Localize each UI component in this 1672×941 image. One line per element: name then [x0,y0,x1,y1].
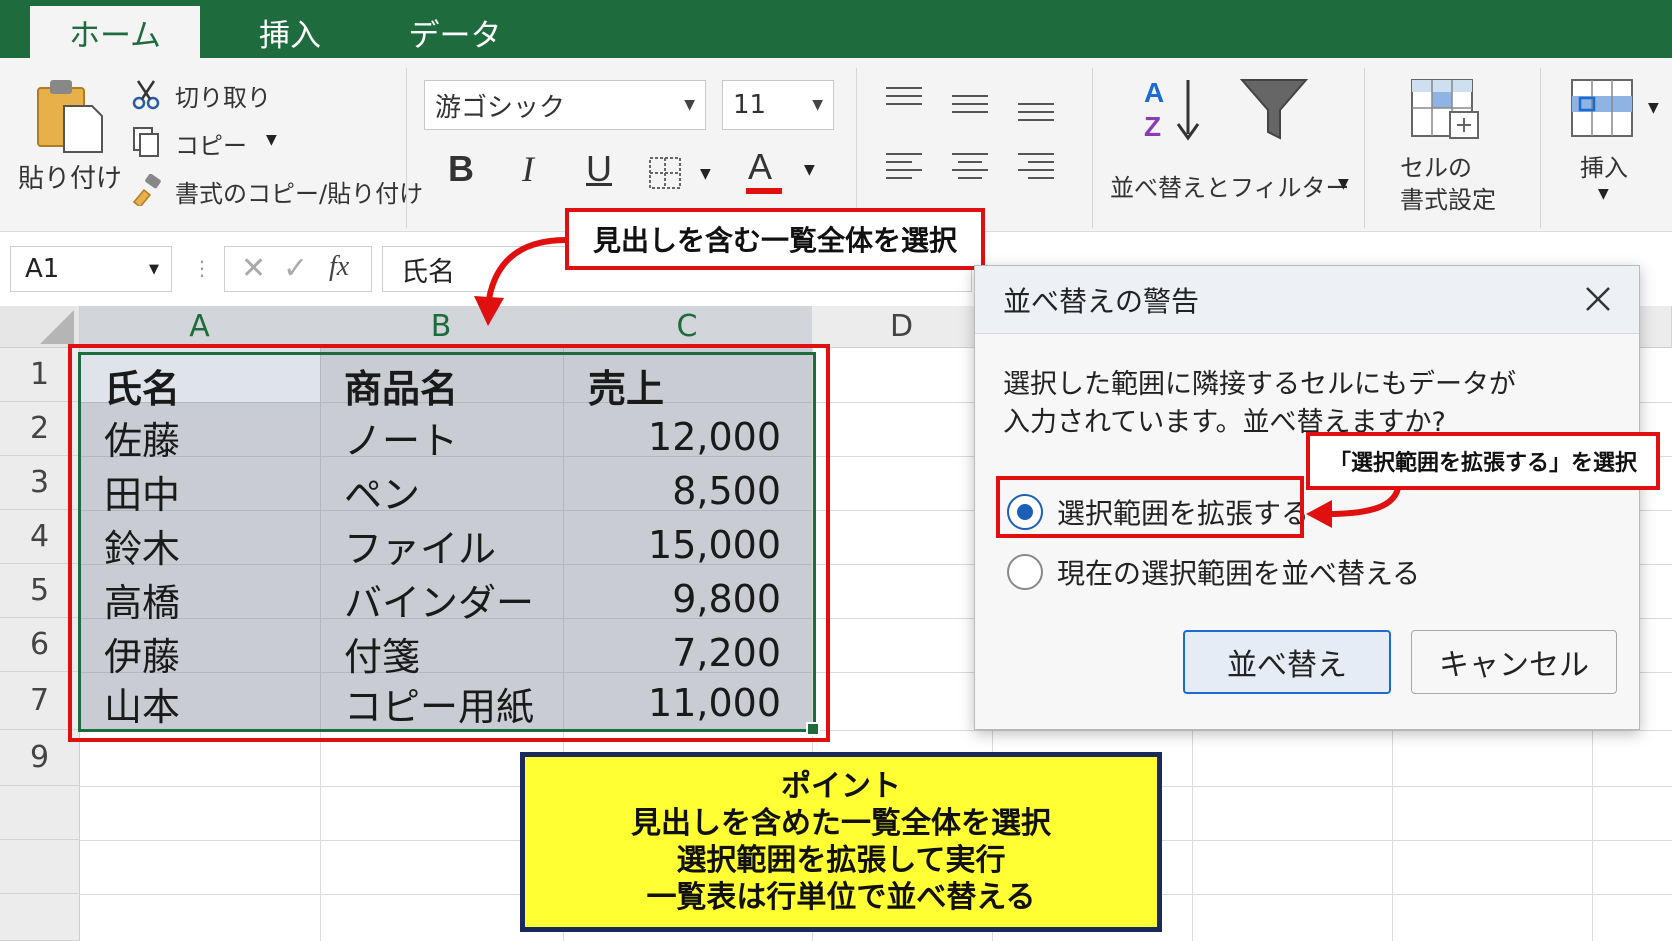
ribbon-separator [1540,68,1541,228]
column-header-a[interactable]: A [80,306,320,348]
insert-cells-button[interactable]: ▼ 挿入 ▼ [1560,78,1672,218]
tab-data[interactable]: データ [400,6,510,58]
cancel-entry-icon[interactable]: ✕ [241,251,266,286]
font-name-dropdown[interactable]: 游ゴシック ▼ [424,80,706,130]
cell-format-label-line1: セルの [1400,154,1472,182]
cell-format-label-line2: 書式設定 [1400,186,1496,214]
paste-label: 貼り付け [18,164,123,194]
insert-cells-icon [1571,79,1633,137]
ribbon-separator [856,68,857,228]
sort-filter-button[interactable]: A Z 並べ替えとフィルター ▼ [1108,72,1360,212]
name-box-value: A1 [25,254,60,284]
font-color-letter: A [748,146,773,187]
scissors-icon [132,80,160,110]
ribbon-separator [1092,68,1093,228]
option-current-label: 現在の選択範囲を並べ替える [1057,557,1421,590]
chevron-down-icon: ▼ [700,166,711,182]
dialog-title-bar: 並べ替えの警告 [975,266,1639,334]
radio-current[interactable] [1007,554,1043,590]
filter-icon [1239,79,1309,140]
font-name-value: 游ゴシック [435,92,566,123]
insert-cells-label: 挿入 [1580,154,1628,182]
svg-text:Z: Z [1144,111,1161,142]
table-highlight-box [68,344,830,742]
tab-insert[interactable]: 挿入 [240,6,340,58]
tab-home[interactable]: ホーム [30,6,200,58]
point-summary-box: ポイント 見出しを含めた一覧全体を選択 選択範囲を拡張して実行 一覧表は行単位で… [520,752,1162,932]
svg-text:A: A [1144,77,1164,108]
underline-button[interactable]: U [586,148,612,190]
chevron-down-icon: ▼ [1338,176,1349,192]
chevron-down-icon: ▼ [149,261,159,277]
font-size-dropdown[interactable]: 11 ▼ [722,80,834,130]
point-line-1: 見出しを含めた一覧全体を選択 [631,806,1051,841]
paste-button[interactable]: 貼り付け [18,68,122,194]
chevron-down-icon: ▼ [812,97,823,113]
chevron-down-icon: ▼ [804,162,815,178]
row-header-blank [0,840,80,894]
close-button[interactable] [1575,276,1621,322]
chevron-down-icon: ▼ [684,97,695,113]
select-all-corner[interactable] [0,306,80,348]
point-line-3: 一覧表は行単位で並べ替える [646,880,1036,915]
confirm-entry-icon[interactable]: ✓ [283,251,308,286]
row-header-blank [0,894,80,941]
select-expand-callout: 「選択範囲を拡張する」を選択 [1306,432,1660,490]
ribbon-separator [406,68,407,228]
cut-label: 切り取り [175,84,271,112]
dialog-message-line1: 選択した範囲に隣接するセルにもデータが [1003,369,1516,400]
font-size-value: 11 [733,90,767,120]
cell-format-icon [1411,79,1479,139]
close-icon [1586,287,1610,311]
ribbon: 貼り付け 切り取り コピー ▼ 書式のコピー/貼り付け 游ゴシック ▼ 11 ▼ [0,58,1672,232]
cell-format-button[interactable]: セルの 書式設定 [1390,78,1530,218]
select-all-triangle-icon [40,310,74,344]
format-painter-label: 書式のコピー/貼り付け [175,180,424,208]
callout-arrow-icon [1306,487,1401,528]
select-all-callout: 見出しを含む一覧全体を選択 [565,208,985,270]
paste-icon [37,80,103,153]
dialog-title: 並べ替えの警告 [1003,285,1200,318]
copy-label: コピー [175,132,247,160]
formula-value: 氏名 [401,256,455,288]
borders-button[interactable]: ▼ [648,154,720,194]
ribbon-separator [1364,68,1365,228]
cancel-button[interactable]: キャンセル [1411,630,1617,694]
font-color-bar [746,188,782,194]
chevron-down-icon: ▼ [1598,186,1609,202]
option-current-selection[interactable]: 現在の選択範囲を並べ替える [1007,552,1420,592]
sort-filter-label: 並べ替えとフィルター [1110,174,1350,202]
alignment-icons[interactable] [876,82,1066,202]
cut-button[interactable]: 切り取り [130,76,280,112]
formula-bar-grip: ⋮ [192,256,212,280]
font-color-button[interactable]: A ▼ [744,146,824,196]
borders-icon [649,157,681,189]
copy-icon [133,127,159,157]
sort-button[interactable]: 並べ替え [1183,630,1391,694]
copy-button[interactable]: コピー ▼ [130,124,290,160]
expand-option-highlight-box [996,476,1304,538]
format-painter-icon [132,174,161,206]
ribbon-tab-bar: ホーム 挿入 データ [0,0,1672,58]
sort-az-icon: A Z [1144,77,1200,142]
formula-buttons: ✕ ✓ fx [224,246,372,292]
column-header-c[interactable]: C [563,306,812,348]
row-header-blank [0,786,80,840]
column-header-d[interactable]: D [812,306,992,348]
copy-dropdown-icon[interactable]: ▼ [266,132,277,148]
callout-arrow-icon [474,237,567,326]
bold-button[interactable]: B [448,148,474,190]
italic-button[interactable]: I [522,148,534,190]
point-line-2: 選択範囲を拡張して実行 [676,843,1006,878]
chevron-down-icon: ▼ [1648,100,1659,116]
format-painter-button[interactable]: 書式のコピー/貼り付け [130,172,423,208]
name-box[interactable]: A1 ▼ [10,246,172,292]
point-title: ポイント [781,769,901,804]
insert-function-icon[interactable]: fx [329,251,349,283]
